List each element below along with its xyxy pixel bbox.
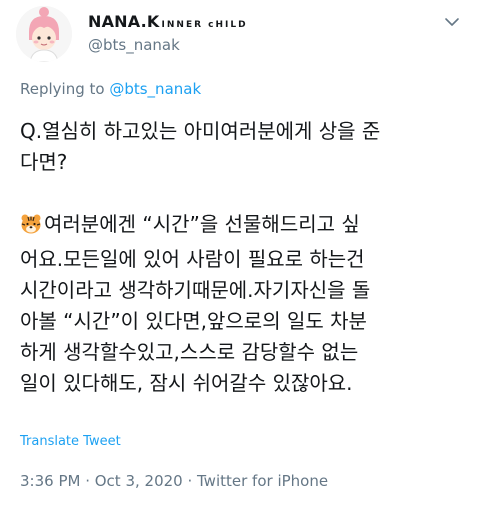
translate-tweet-link[interactable]: Translate Tweet xyxy=(20,434,121,449)
chevron-down-icon[interactable] xyxy=(444,14,460,30)
replying-to: Replying to @bts_nanak xyxy=(20,80,201,98)
answer-text: 여러분에겐 “시간”을 선물해드리고 싶 xyxy=(44,212,360,236)
answer-line: 아볼 “시간”이 있다면,앞으로의 일도 차분 xyxy=(20,309,367,333)
tiger-face-icon xyxy=(20,213,42,244)
question-line: Q.열심히 하고있는 아미여러분에게 상을 준 xyxy=(20,119,381,143)
answer-line: 하게 생각할수있고,스스로 감당할수 없는 xyxy=(20,340,359,364)
author-name-row[interactable]: NANA.K INNER cHILD xyxy=(88,12,248,31)
author-display-name[interactable]: NANA.K xyxy=(88,12,160,31)
author-handle[interactable]: @bts_nanak xyxy=(88,36,180,54)
avatar[interactable] xyxy=(16,6,72,62)
replying-to-label: Replying to xyxy=(20,80,110,98)
tweet-text: Q.열심히 하고있는 아미여러분에게 상을 준 다면? 여러분에겐 “시간”을 … xyxy=(20,116,468,399)
answer-line: 시간이라고 생각하기때문에.자기자신을 돌 xyxy=(20,278,371,302)
author-name-suffix: INNER cHILD xyxy=(161,20,248,30)
answer-line: 여러분에겐 “시간”을 선물해드리고 싶 xyxy=(20,209,468,244)
question-line: 다면? xyxy=(20,150,68,174)
answer-line: 일이 있다해도, 잠시 쉬어갈수 있잖아요. xyxy=(20,371,353,395)
answer-line: 어요.모든일에 있어 사람이 필요로 하는건 xyxy=(20,247,365,271)
cartoon-avatar-icon xyxy=(16,6,72,62)
reply-mention-link[interactable]: @bts_nanak xyxy=(109,80,201,98)
tweet-timestamp[interactable]: 3:36 PM · Oct 3, 2020 · Twitter for iPho… xyxy=(20,472,328,490)
tweet-header: NANA.K INNER cHILD @bts_nanak xyxy=(16,6,464,62)
